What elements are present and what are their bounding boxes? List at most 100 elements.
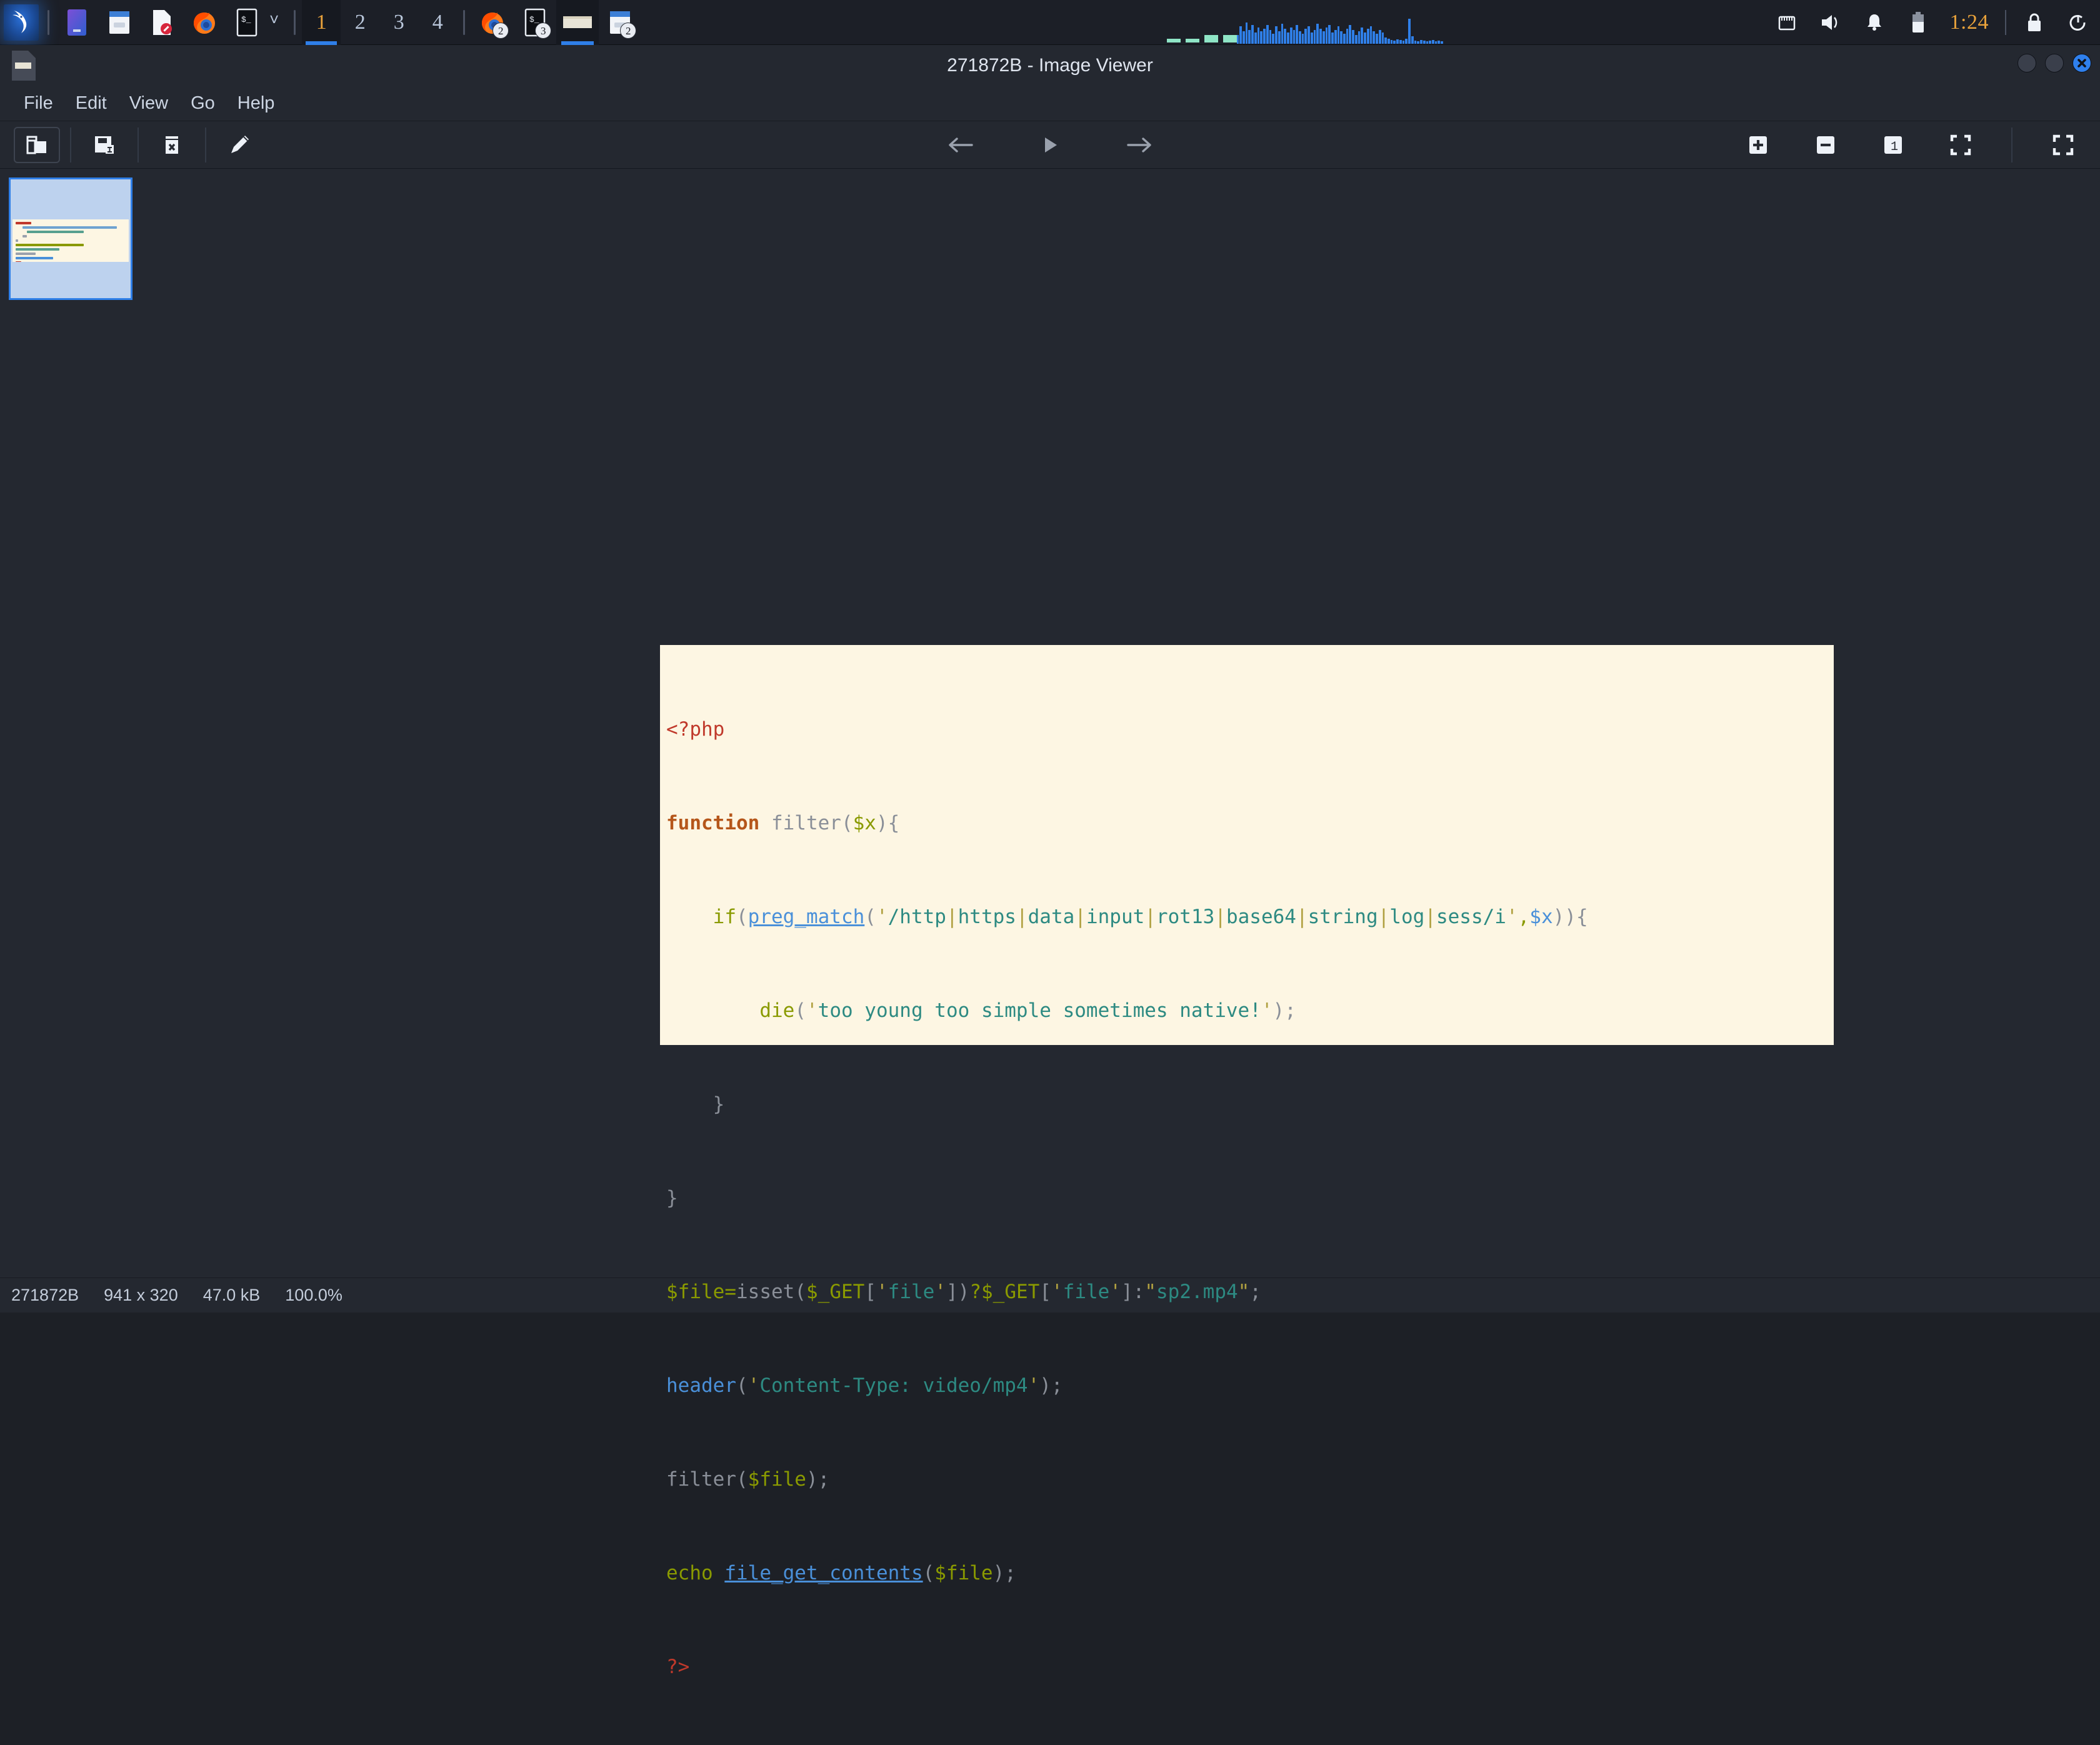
save-floppy-icon xyxy=(95,136,114,154)
delete-image-button[interactable] xyxy=(149,127,195,163)
kali-menu-icon[interactable] xyxy=(4,4,39,41)
toolbar-divider-4 xyxy=(2011,127,2012,162)
terminal-icon[interactable]: $_ xyxy=(226,0,268,45)
memory-monitor-widget xyxy=(1166,34,1237,42)
window-count-badge: 3 xyxy=(535,22,552,39)
one-square-icon: 1 xyxy=(1884,136,1902,154)
fullscreen-icon xyxy=(2052,134,2074,155)
taskbar-separator-2 xyxy=(294,9,296,35)
toolbar: 1 xyxy=(0,121,2100,169)
previous-image-button[interactable] xyxy=(937,127,983,163)
code-line-5: } xyxy=(666,1093,725,1116)
network-icon[interactable] xyxy=(1765,0,1809,45)
menu-file[interactable]: File xyxy=(12,89,64,118)
thumbnail-preview xyxy=(12,219,129,262)
toolbar-divider-2 xyxy=(138,127,139,162)
firefox-icon[interactable] xyxy=(183,0,226,45)
toolbar-divider-3 xyxy=(205,127,206,162)
window-controls xyxy=(2018,54,2091,72)
zoom-fit-button[interactable] xyxy=(1938,127,1984,163)
window-count-badge: 2 xyxy=(620,22,637,39)
minimize-button[interactable] xyxy=(2018,54,2036,72)
notification-bell-icon[interactable] xyxy=(1852,0,1896,45)
code-line-6: } xyxy=(666,1187,678,1209)
text-editor-icon[interactable] xyxy=(141,0,183,45)
status-dimensions: 941 x 320 xyxy=(104,1286,178,1304)
menu-go[interactable]: Go xyxy=(179,89,226,118)
edit-image-button[interactable] xyxy=(216,127,262,163)
svg-text:$_: $_ xyxy=(241,15,251,24)
menubar: File Edit View Go Help xyxy=(0,86,2100,121)
system-tray: 1:24 xyxy=(1765,0,2100,45)
menu-edit[interactable]: Edit xyxy=(64,89,118,118)
status-zoom: 100.0% xyxy=(285,1286,342,1304)
maximize-button[interactable] xyxy=(2045,54,2064,72)
file-manager-window-button[interactable]: 2 xyxy=(599,0,641,45)
svg-text:$_: $_ xyxy=(529,15,539,24)
firefox-window-button[interactable]: 2 xyxy=(471,0,514,45)
status-filename: 271872B xyxy=(11,1286,79,1304)
image-canvas[interactable]: <?php function filter($x){ if(preg_match… xyxy=(135,169,2100,1678)
slideshow-play-button[interactable] xyxy=(1027,127,1073,163)
terminal-window-button[interactable]: $_ 3 xyxy=(514,0,556,45)
arrow-right-icon xyxy=(1127,137,1151,152)
svg-text:1: 1 xyxy=(1891,140,1898,154)
arrow-left-icon xyxy=(949,137,973,152)
taskbar-empty-space xyxy=(641,0,1764,45)
status-filesize: 47.0 kB xyxy=(202,1286,261,1304)
image-viewer-window: 271872B - Image Viewer File Edit View Go… xyxy=(0,45,2100,1678)
volume-icon[interactable] xyxy=(1809,0,1852,45)
save-image-button[interactable] xyxy=(81,127,128,163)
window-title: 271872B - Image Viewer xyxy=(947,55,1153,76)
workspace-1[interactable]: 1 xyxy=(302,0,341,45)
workspace-2[interactable]: 2 xyxy=(341,0,379,45)
trash-icon xyxy=(166,136,178,154)
thumbnail-item-selected[interactable] xyxy=(9,178,132,300)
window-count-badge: 2 xyxy=(492,22,509,39)
thumbnail-panel xyxy=(0,169,135,1278)
window-titlebar[interactable]: 271872B - Image Viewer xyxy=(0,45,2100,86)
code-line-9: filter($file); xyxy=(666,1468,830,1491)
zoom-out-button[interactable] xyxy=(1802,127,1849,163)
code-line-4: die('too young too simple sometimes nati… xyxy=(759,999,1296,1022)
next-image-button[interactable] xyxy=(1117,127,1163,163)
pencil-icon xyxy=(231,135,249,153)
taskbar-clock[interactable]: 1:24 xyxy=(1940,11,1999,34)
menu-view[interactable]: View xyxy=(118,89,179,118)
taskbar: $_ ˅ 1 2 3 4 2 $_ 3 2 1:24 xyxy=(0,0,2100,45)
files-manager-icon[interactable] xyxy=(56,0,98,45)
close-icon xyxy=(2078,59,2086,68)
open-image-button[interactable] xyxy=(14,126,60,163)
battery-icon[interactable] xyxy=(1896,0,1940,45)
play-icon xyxy=(1045,137,1057,152)
image-viewer-window-button[interactable] xyxy=(556,0,599,45)
cpu-monitor-graph xyxy=(1236,16,1443,44)
taskbar-separator-3 xyxy=(463,9,466,35)
code-line-7: $file=isset($_GET['file'])?$_GET['file']… xyxy=(666,1281,1262,1303)
window-body: <?php function filter($x){ if(preg_match… xyxy=(0,169,2100,1678)
minus-square-icon xyxy=(1817,136,1834,154)
open-folder-icon xyxy=(26,136,46,154)
workspace-3[interactable]: 3 xyxy=(379,0,418,45)
displayed-image: <?php function filter($x){ if(preg_match… xyxy=(660,645,1834,1678)
folder-icon[interactable] xyxy=(98,0,141,45)
lock-icon[interactable] xyxy=(2012,0,2056,45)
launcher-dropdown-caret[interactable]: ˅ xyxy=(268,10,288,34)
taskbar-separator-1 xyxy=(48,9,49,35)
code-line-11: ?> xyxy=(666,1656,690,1678)
workspace-4[interactable]: 4 xyxy=(418,0,457,45)
zoom-actual-size-button[interactable]: 1 xyxy=(1870,127,1916,163)
tray-separator xyxy=(2005,9,2006,35)
toolbar-divider-1 xyxy=(70,127,71,162)
fullscreen-button[interactable] xyxy=(2040,127,2086,163)
menu-help[interactable]: Help xyxy=(226,89,286,118)
logout-icon[interactable] xyxy=(2056,0,2100,45)
code-line-2: function filter($x){ xyxy=(666,812,900,834)
fit-frame-icon xyxy=(1950,134,1971,155)
zoom-in-button[interactable] xyxy=(1735,127,1781,163)
code-line-10: echo file_get_contents($file); xyxy=(666,1562,1016,1584)
code-line-8: header('Content-Type: video/mp4'); xyxy=(666,1374,1063,1397)
close-button[interactable] xyxy=(2072,54,2091,72)
code-line-3: if(preg_match('/http|https|data|input|ro… xyxy=(712,906,1588,928)
code-line-1: <?php xyxy=(666,718,725,741)
